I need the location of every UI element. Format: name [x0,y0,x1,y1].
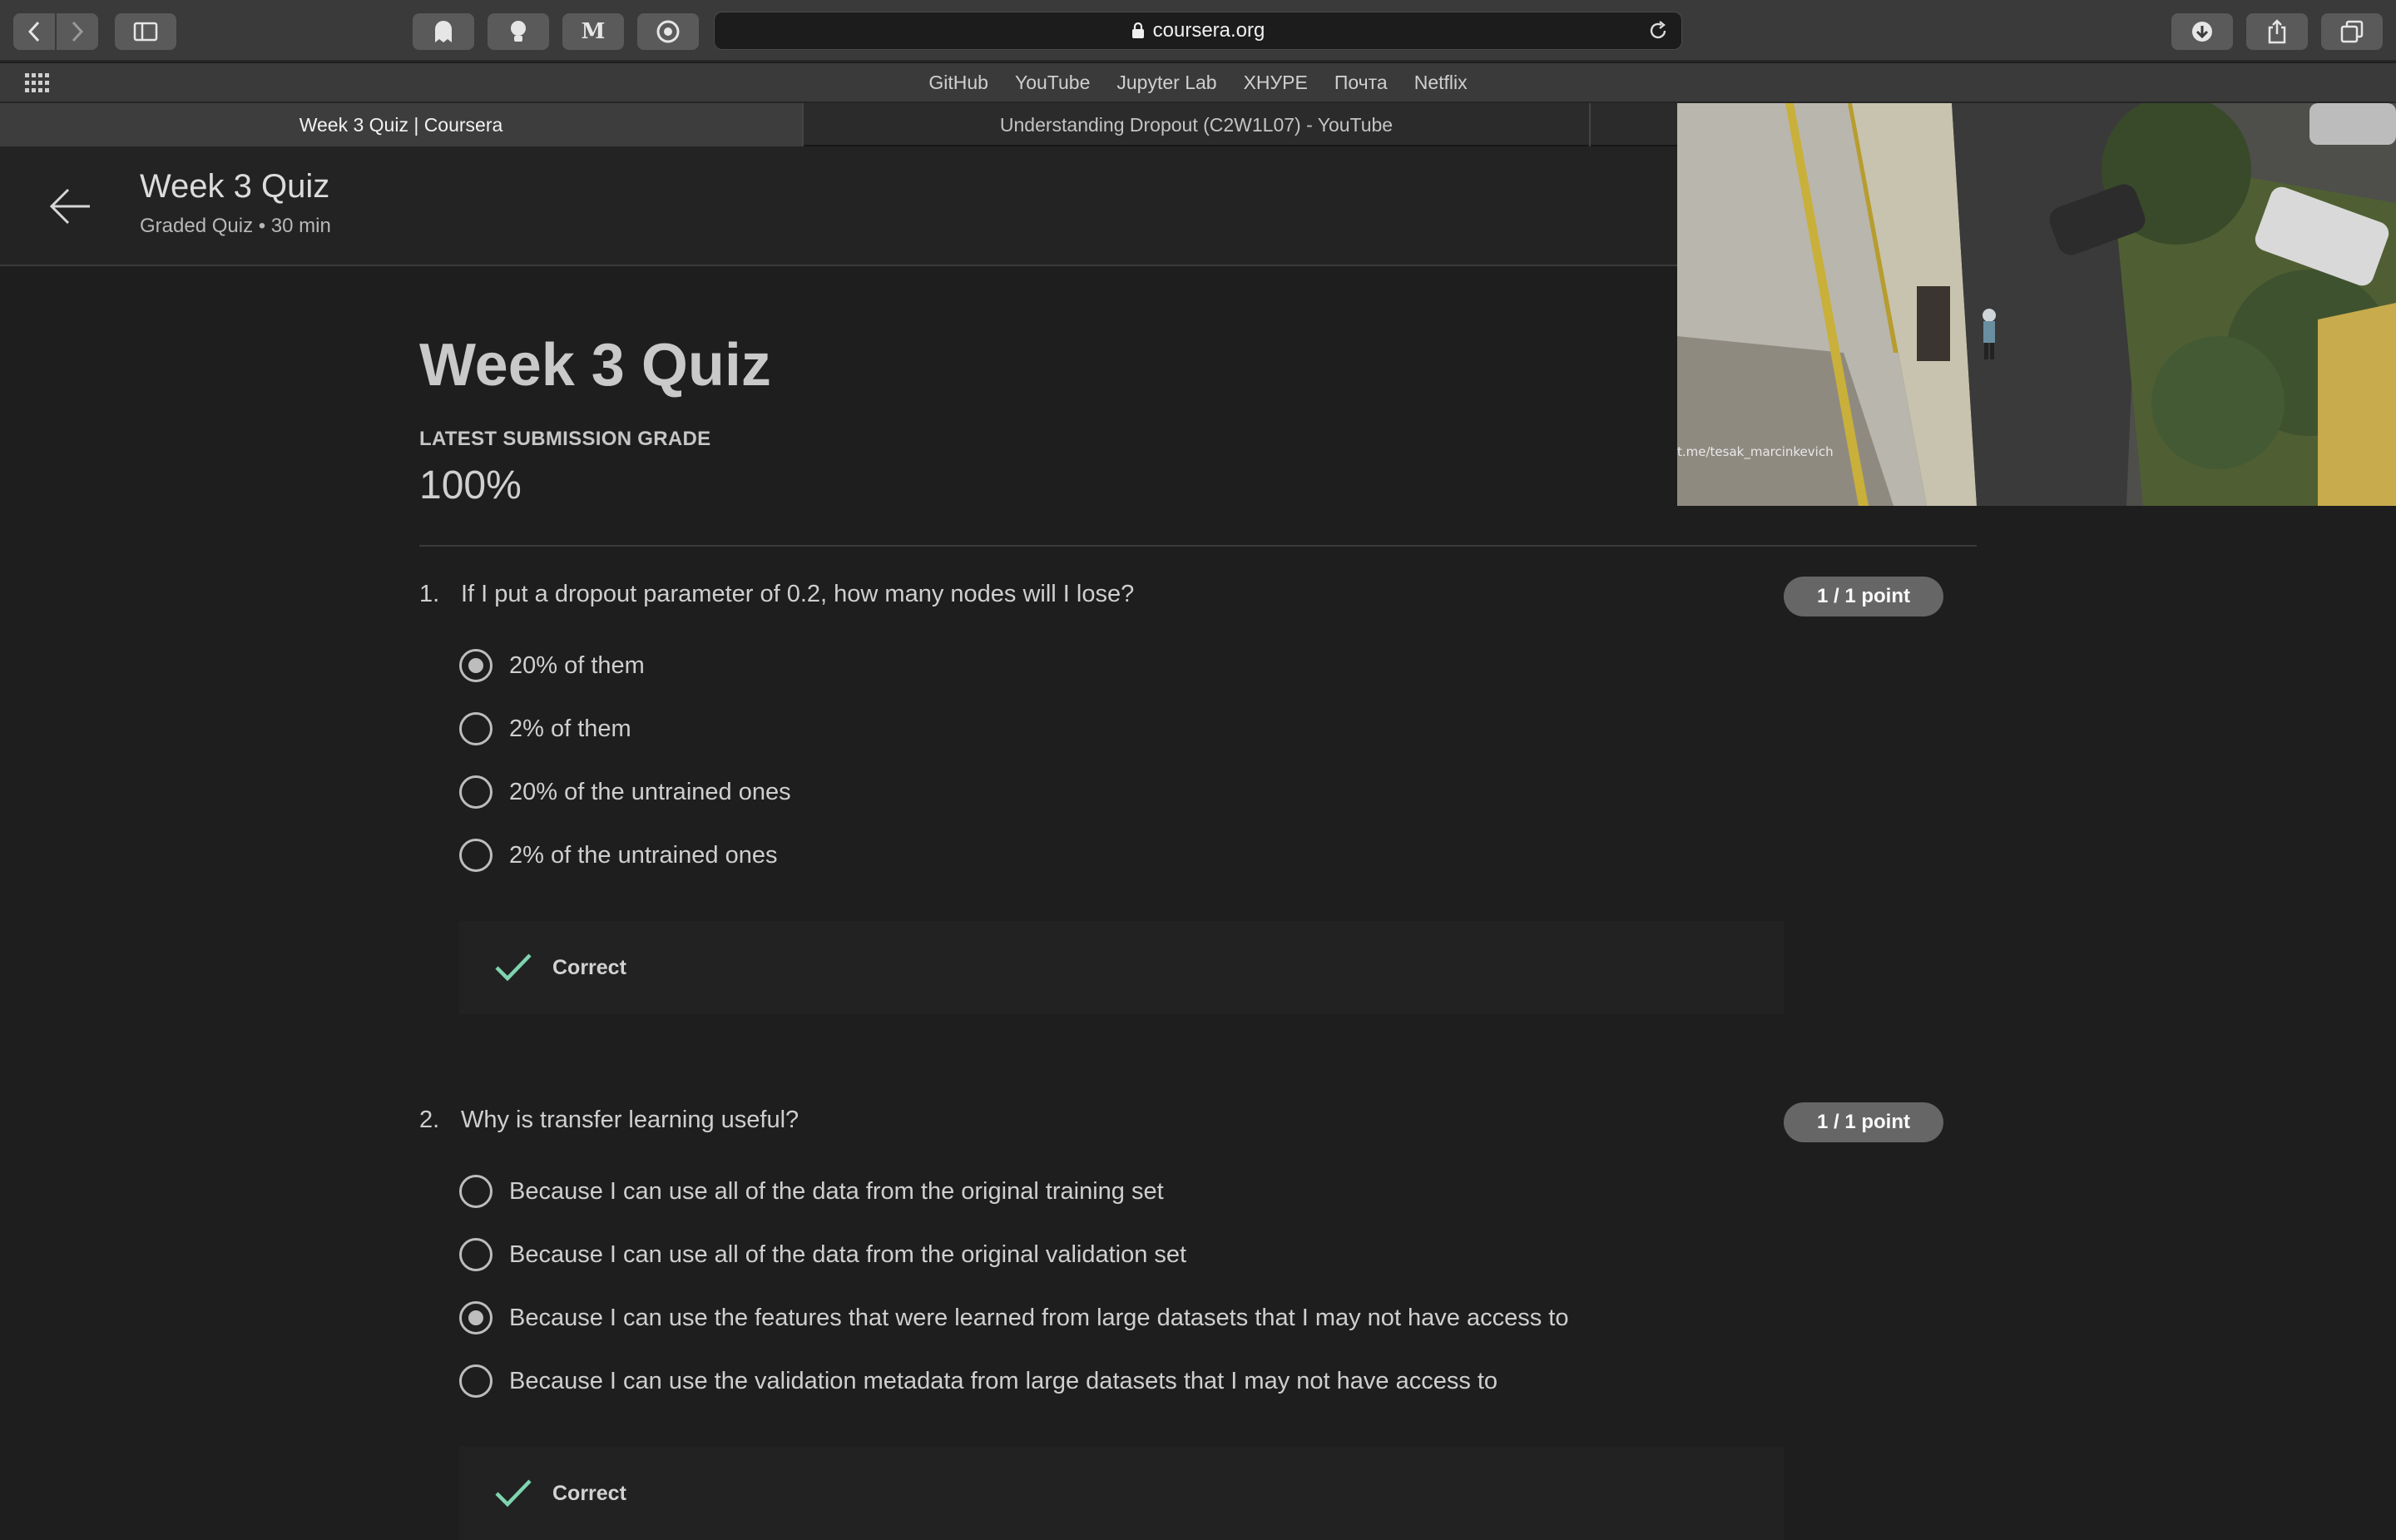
ghost-icon [435,21,452,42]
checkmark-icon [494,953,532,983]
tab-label: Understanding Dropout (C2W1L07) - YouTub… [999,113,1394,136]
record-icon [656,20,680,43]
extension-lightbulb-button[interactable] [488,13,549,50]
question-text: If I put a dropout parameter of 0.2, how… [461,581,1135,607]
radio-button[interactable] [459,1238,493,1271]
sidebar-toggle-button[interactable] [115,13,176,50]
answer-option-label: 2% of them [509,715,631,742]
video-watermark: t.me/tesak_marcinkevich [1677,444,1834,459]
extension-circle-button[interactable] [637,13,699,50]
answer-option-label: 20% of them [509,651,645,679]
radio-button[interactable] [459,1364,493,1398]
tab-week3-quiz[interactable]: Week 3 Quiz | Coursera [0,103,804,146]
radio-button[interactable] [459,1175,493,1208]
answer-option-label: Because I can use the features that were… [509,1304,1569,1331]
divider [419,545,1977,547]
points-badge: 1 / 1 point [1784,577,1943,616]
favorite-khnure[interactable]: ХНУРЕ [1244,72,1308,94]
favorites-bar: GitHub YouTube Jupyter Lab ХНУРЕ Почта N… [0,63,2396,103]
answer-option[interactable]: 2% of them [459,711,631,747]
feedback-box: Correct [459,921,1784,1014]
answer-option[interactable]: Because I can use the validation metadat… [459,1363,1498,1399]
answer-option[interactable]: Because I can use all of the data from t… [459,1173,1164,1210]
grade-value: 100% [419,463,522,508]
radio-button-selected[interactable] [459,649,493,682]
forward-button[interactable] [57,13,98,50]
question-text: Why is transfer learning useful? [461,1107,799,1133]
chevron-left-icon [27,21,40,42]
answer-option-label: Because I can use all of the data from t… [509,1240,1187,1268]
question-number: 2. [419,1107,440,1133]
address-bar[interactable]: coursera.org [714,12,1682,50]
favorite-jupyter-lab[interactable]: Jupyter Lab [1116,72,1216,94]
tab-understanding-dropout[interactable]: Understanding Dropout (C2W1L07) - YouTub… [804,103,1591,146]
question-number: 1. [419,581,440,607]
radio-button[interactable] [459,839,493,872]
tab-overview-button[interactable] [2321,13,2383,50]
apps-grid-icon[interactable] [25,73,50,98]
feedback-text: Correct [552,1481,626,1505]
sidebar-icon [133,22,158,42]
reload-icon[interactable] [1648,21,1668,47]
extension-m-button[interactable]: M [562,13,624,50]
url-text: coursera.org [1152,19,1265,42]
answer-option[interactable]: 2% of the untrained ones [459,837,777,874]
points-badge: 1 / 1 point [1784,1102,1943,1142]
answer-option-label: 20% of the untrained ones [509,778,791,805]
back-button[interactable] [13,13,55,50]
tab-label: Week 3 Quiz | Coursera [299,113,503,136]
share-button[interactable] [2246,13,2308,50]
favorite-netflix[interactable]: Netflix [1414,72,1468,94]
tabs-icon [2340,20,2364,43]
picture-in-picture-video[interactable]: t.me/tesak_marcinkevich [1677,103,2396,506]
lightbulb-icon [511,21,526,42]
radio-button-selected[interactable] [459,1301,493,1335]
header-subtitle: Graded Quiz • 30 min [140,215,331,237]
share-icon [2268,19,2286,44]
feedback-text: Correct [552,955,626,979]
lock-icon [1131,22,1145,39]
favorite-github[interactable]: GitHub [928,72,988,94]
answer-option-label: 2% of the untrained ones [509,841,778,869]
radio-button[interactable] [459,712,493,745]
quiz-title: Week 3 Quiz [419,332,771,399]
download-icon [2192,22,2212,42]
downloads-button[interactable] [2171,13,2233,50]
grade-label: LATEST SUBMISSION GRADE [419,428,711,450]
checkmark-icon [494,1478,532,1508]
answer-option[interactable]: 20% of them [459,647,645,684]
answer-option-label: Because I can use all of the data from t… [509,1177,1164,1205]
extension-ghostery-button[interactable] [413,13,474,50]
favorite-pochta[interactable]: Почта [1334,72,1388,94]
answer-option[interactable]: 20% of the untrained ones [459,774,791,810]
answer-option[interactable]: Because I can use all of the data from t… [459,1236,1186,1273]
radio-button[interactable] [459,775,493,809]
answer-option[interactable]: Because I can use the features that were… [459,1300,1569,1336]
feedback-box: Correct [459,1447,1784,1540]
back-arrow-icon[interactable] [47,183,93,234]
chevron-right-icon [72,21,84,42]
answer-option-label: Because I can use the validation metadat… [509,1367,1498,1394]
header-title: Week 3 Quiz [140,168,330,205]
browser-toolbar: M coursera.org [0,0,2396,62]
favorite-youtube[interactable]: YouTube [1015,72,1090,94]
